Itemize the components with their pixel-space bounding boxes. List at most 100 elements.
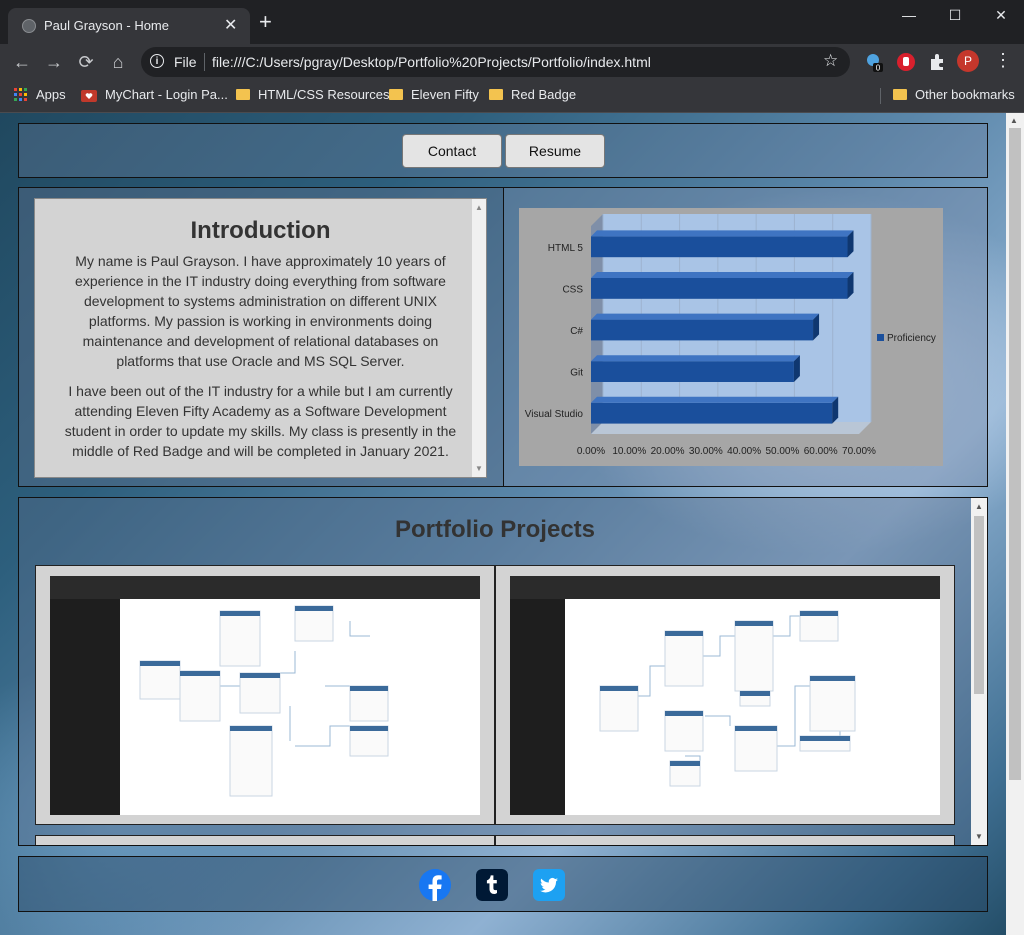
x-tick-label: 60.00%	[804, 446, 838, 457]
folder-icon	[389, 89, 403, 101]
browser-toolbar: ← → ⟳ ⌂ i File file:///C:/Users/pgray/De…	[0, 44, 1024, 80]
bookmark-eleven-fifty[interactable]: Eleven Fifty	[389, 86, 479, 106]
x-tick-label: 50.00%	[765, 446, 799, 457]
home-button[interactable]: ⌂	[106, 50, 130, 74]
scrollbar-thumb[interactable]	[974, 516, 984, 694]
browser-titlebar: Paul Grayson - Home ✕ + — ☐ ✕	[0, 0, 1024, 44]
scroll-down-icon[interactable]: ▼	[475, 464, 483, 473]
bookmark-label: Apps	[36, 87, 66, 103]
portfolio-title: Portfolio Projects	[394, 516, 596, 543]
category-label: CSS	[562, 284, 583, 295]
bar	[591, 402, 833, 424]
intro-heading: Introduction	[190, 217, 331, 244]
scroll-down-icon[interactable]: ▼	[975, 832, 983, 841]
contact-button[interactable]: Contact	[402, 134, 502, 168]
erd-diagram	[599, 610, 856, 787]
url-scheme: File	[174, 54, 197, 70]
bookmark-label: Other bookmarks	[915, 87, 1015, 103]
category-label: Visual Studio	[525, 409, 584, 420]
x-tick-label: 70.00%	[842, 446, 876, 457]
folder-icon	[236, 89, 250, 101]
bookmarks-bar: Apps MyChart - Login Pa... HTML/CSS Reso…	[0, 80, 1024, 113]
intro-scrollbar[interactable]: ▲ ▼	[472, 199, 486, 477]
url-divider	[204, 53, 205, 71]
chart-panel: 0.00% 10.00% 20.00% 30.00% 40.00% 50.00% 60.00…	[503, 187, 988, 487]
bookmark-label: HTML/CSS Resources	[258, 87, 390, 103]
resume-button[interactable]: Resume	[505, 134, 605, 168]
close-window-button[interactable]: ✕	[978, 4, 1024, 28]
bookmark-label: MyChart - Login Pa...	[105, 87, 228, 103]
scroll-up-icon[interactable]: ▲	[475, 203, 483, 212]
address-bar[interactable]: i File file:///C:/Users/pgray/Desktop/Po…	[141, 47, 850, 77]
project-thumbnail-2[interactable]	[495, 565, 955, 825]
bookmarks-divider	[880, 88, 881, 104]
scroll-up-icon[interactable]: ▲	[975, 502, 983, 511]
erd-diagram	[139, 605, 389, 797]
project-thumbnail-4[interactable]	[495, 835, 955, 845]
portfolio-scrollbar[interactable]: ▲ ▼	[971, 498, 987, 845]
mychart-icon	[81, 89, 97, 102]
page-scrollbar[interactable]: ▲	[1006, 113, 1024, 935]
other-bookmarks[interactable]: Other bookmarks	[893, 86, 1015, 106]
bar	[591, 361, 794, 382]
scrollbar-thumb[interactable]	[1009, 128, 1021, 780]
x-tick-label: 10.00%	[612, 446, 646, 457]
forward-button[interactable]: →	[42, 50, 66, 74]
bar	[591, 236, 848, 258]
url-text[interactable]: file:///C:/Users/pgray/Desktop/Portfolio…	[212, 54, 651, 70]
category-label: HTML 5	[548, 243, 584, 254]
skills-chart: 0.00% 10.00% 20.00% 30.00% 40.00% 50.00% 60.00…	[519, 208, 943, 466]
tumblr-icon[interactable]	[476, 869, 508, 901]
legend-swatch	[877, 334, 884, 341]
bar-top	[591, 355, 800, 362]
globe-icon	[22, 19, 36, 33]
facebook-icon[interactable]	[419, 869, 451, 901]
bookmark-mychart[interactable]: MyChart - Login Pa...	[81, 86, 228, 106]
minimize-button[interactable]: —	[886, 4, 932, 28]
intro-paragraph-1: My name is Paul Grayson. I have approxim…	[75, 253, 446, 369]
intro-card: Introduction My name is Paul Grayson. I …	[34, 198, 487, 478]
folder-icon	[893, 89, 907, 101]
tab-title: Paul Grayson - Home	[44, 18, 169, 33]
profile-avatar[interactable]: P	[957, 50, 979, 72]
close-tab-icon[interactable]: ✕	[224, 15, 237, 35]
info-icon[interactable]: i	[150, 54, 164, 68]
portfolio-section: Portfolio Projects ▲ ▼	[18, 497, 988, 846]
bookmark-red-badge[interactable]: Red Badge	[489, 86, 576, 106]
category-label: Git	[570, 368, 583, 379]
x-tick-label: 0.00%	[577, 446, 605, 457]
legend-label: Proficiency	[887, 333, 936, 344]
apps-grid-icon	[14, 87, 27, 101]
category-label: C#	[570, 326, 583, 337]
bar-top	[591, 396, 839, 403]
project-thumbnail-3[interactable]	[35, 835, 495, 845]
intro-paragraph-2: I have been out of the IT industry for a…	[64, 383, 457, 459]
extension-icon[interactable]: 0	[864, 52, 884, 72]
project-screenshot-1	[50, 576, 480, 815]
project-screenshot-2	[510, 576, 940, 815]
bookmark-html-css[interactable]: HTML/CSS Resources	[236, 86, 389, 106]
bookmark-star-icon[interactable]: ☆	[823, 51, 838, 71]
menu-icon[interactable]: ⋮	[994, 50, 1012, 71]
footer-social	[18, 856, 988, 912]
bookmark-label: Red Badge	[511, 87, 577, 103]
reload-button[interactable]: ⟳	[74, 50, 98, 74]
back-button[interactable]: ←	[10, 50, 34, 74]
twitter-icon[interactable]	[533, 869, 565, 901]
new-tab-button[interactable]: +	[259, 11, 272, 33]
adblock-icon[interactable]	[896, 52, 916, 72]
bar-top	[591, 313, 820, 320]
project-thumbnail-1[interactable]	[35, 565, 495, 825]
puzzle-icon[interactable]	[927, 52, 947, 72]
x-tick-label: 20.00%	[651, 446, 685, 457]
page-viewport: Contact Resume Introduction My name is P…	[0, 113, 1024, 935]
scroll-up-icon[interactable]: ▲	[1010, 116, 1018, 125]
maximize-button[interactable]: ☐	[932, 4, 978, 28]
folder-icon	[489, 89, 503, 101]
bookmark-apps[interactable]: Apps	[14, 86, 66, 106]
x-tick-label: 40.00%	[727, 446, 761, 457]
browser-tab[interactable]: Paul Grayson - Home ✕	[8, 8, 250, 44]
skills-chart-svg: 0.00% 10.00% 20.00% 30.00% 40.00% 50.00% 60.00…	[525, 214, 936, 457]
bar	[591, 278, 848, 299]
bar-top	[591, 272, 854, 278]
